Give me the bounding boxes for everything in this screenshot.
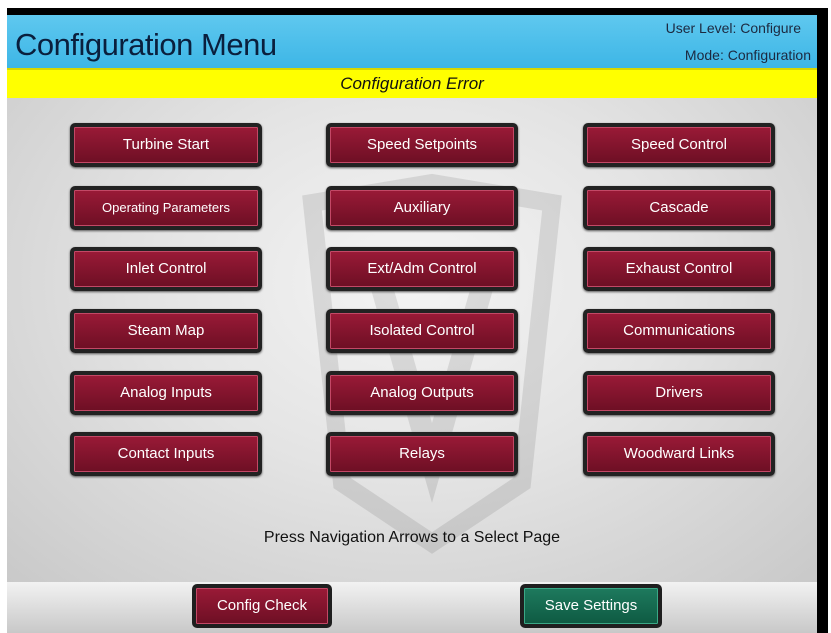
title-bar: Configuration Menu User Level: Configure… <box>7 15 817 68</box>
configuration-error-banner: Configuration Error <box>7 68 817 98</box>
footer-bar: Config Check Save Settings <box>7 582 817 633</box>
menu-panel: Turbine Start Speed Setpoints Speed Cont… <box>7 98 817 582</box>
user-level-label: User Level: Configure <box>665 20 801 36</box>
drivers-button[interactable]: Drivers <box>583 371 775 415</box>
exhaust-control-button[interactable]: Exhaust Control <box>583 247 775 291</box>
speed-setpoints-button[interactable]: Speed Setpoints <box>326 123 518 167</box>
isolated-control-button[interactable]: Isolated Control <box>326 309 518 353</box>
cascade-button[interactable]: Cascade <box>583 186 775 230</box>
config-check-button[interactable]: Config Check <box>192 584 332 628</box>
contact-inputs-button[interactable]: Contact Inputs <box>70 432 262 476</box>
inlet-control-button[interactable]: Inlet Control <box>70 247 262 291</box>
ext-adm-control-button[interactable]: Ext/Adm Control <box>326 247 518 291</box>
mode-label: Mode: Configuration <box>684 47 811 63</box>
analog-inputs-button[interactable]: Analog Inputs <box>70 371 262 415</box>
operating-parameters-button[interactable]: Operating Parameters <box>70 186 262 230</box>
woodward-links-button[interactable]: Woodward Links <box>583 432 775 476</box>
communications-button[interactable]: Communications <box>583 309 775 353</box>
navigation-hint: Press Navigation Arrows to a Select Page <box>263 529 561 546</box>
steam-map-button[interactable]: Steam Map <box>70 309 262 353</box>
page-title: Configuration Menu <box>15 27 277 62</box>
analog-outputs-button[interactable]: Analog Outputs <box>326 371 518 415</box>
turbine-start-button[interactable]: Turbine Start <box>70 123 262 167</box>
speed-control-button[interactable]: Speed Control <box>583 123 775 167</box>
relays-button[interactable]: Relays <box>326 432 518 476</box>
save-settings-button[interactable]: Save Settings <box>520 584 662 628</box>
auxiliary-button[interactable]: Auxiliary <box>326 186 518 230</box>
